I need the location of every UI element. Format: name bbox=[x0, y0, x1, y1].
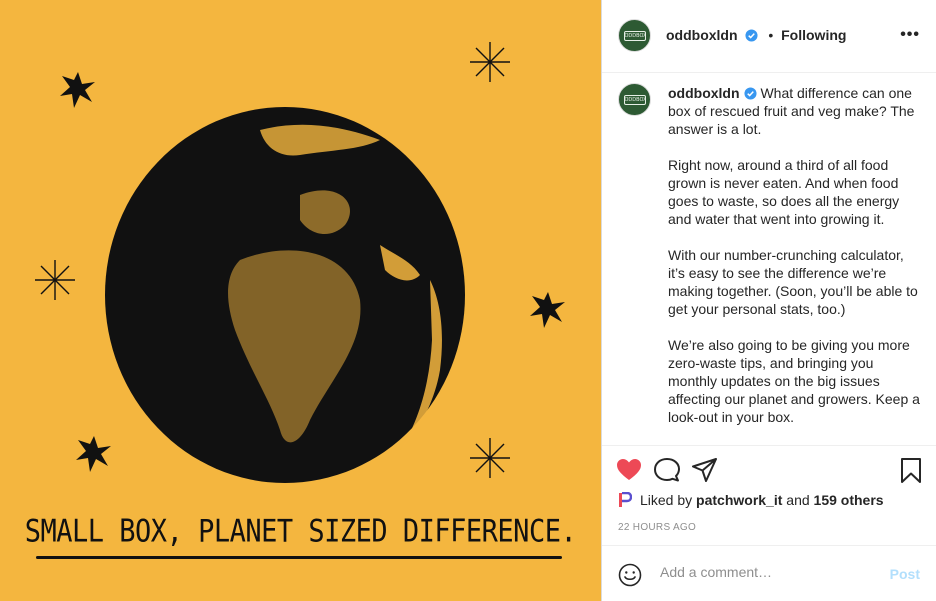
avatar[interactable]: ODDBOX bbox=[618, 83, 651, 116]
likes-summary: Liked by patchwork_it and 159 others bbox=[618, 492, 884, 508]
emoji-icon[interactable] bbox=[618, 563, 642, 587]
share-icon[interactable] bbox=[692, 458, 718, 482]
add-comment-bar: Post bbox=[602, 545, 936, 601]
liked-user[interactable]: patchwork_it bbox=[696, 492, 782, 508]
liked-prefix: Liked by bbox=[640, 492, 693, 508]
comment-input[interactable] bbox=[658, 563, 872, 581]
header-name-row: oddboxldn • Following bbox=[666, 27, 846, 43]
verified-badge-icon bbox=[744, 87, 757, 100]
header-username[interactable]: oddboxldn bbox=[666, 27, 738, 43]
heart-icon[interactable] bbox=[616, 458, 642, 482]
caption-text: oddboxldn What difference can one box of… bbox=[668, 84, 924, 444]
caption-paragraph: We’re also going to be giving you more z… bbox=[668, 337, 920, 425]
liked-and: and bbox=[786, 492, 810, 508]
caption-username[interactable]: oddboxldn bbox=[668, 85, 740, 101]
avatar[interactable]: ODDBOX bbox=[618, 19, 651, 52]
image-tagline: SMALL BOX, PLANET SIZED DIFFERENCE. bbox=[24, 513, 577, 550]
comment-icon[interactable] bbox=[654, 458, 680, 482]
liker-avatar-icon[interactable] bbox=[618, 492, 632, 508]
globe-illustration bbox=[35, 42, 565, 483]
post-sidebar: ODDBOX oddboxldn • Following ••• ODDBOX … bbox=[601, 0, 936, 601]
caption-paragraph: Right now, around a third of all food gr… bbox=[668, 157, 900, 227]
post-image[interactable]: SMALL BOX, PLANET SIZED DIFFERENCE. bbox=[0, 0, 601, 601]
liked-others[interactable]: 159 others bbox=[814, 492, 884, 508]
oddbox-logo: ODDBOX bbox=[623, 30, 646, 41]
post-timestamp[interactable]: 22 HOURS AGO bbox=[618, 522, 696, 533]
oddbox-logo: ODDBOX bbox=[623, 94, 646, 105]
instagram-post: SMALL BOX, PLANET SIZED DIFFERENCE. ODDB… bbox=[0, 0, 936, 601]
verified-badge-icon bbox=[745, 29, 758, 42]
following-button[interactable]: Following bbox=[781, 27, 846, 43]
action-bar: Liked by patchwork_it and 159 others 22 … bbox=[602, 445, 936, 545]
caption-paragraph: With our number-crunching calculator, it… bbox=[668, 247, 918, 317]
tagline-underline bbox=[36, 556, 562, 559]
more-options-icon[interactable]: ••• bbox=[900, 26, 920, 44]
bookmark-icon[interactable] bbox=[900, 458, 922, 484]
separator-dot: • bbox=[768, 27, 774, 43]
caption-area: ODDBOX oddboxldn What difference can one… bbox=[602, 73, 936, 445]
post-button[interactable]: Post bbox=[890, 566, 920, 582]
post-header: ODDBOX oddboxldn • Following ••• bbox=[602, 0, 936, 73]
